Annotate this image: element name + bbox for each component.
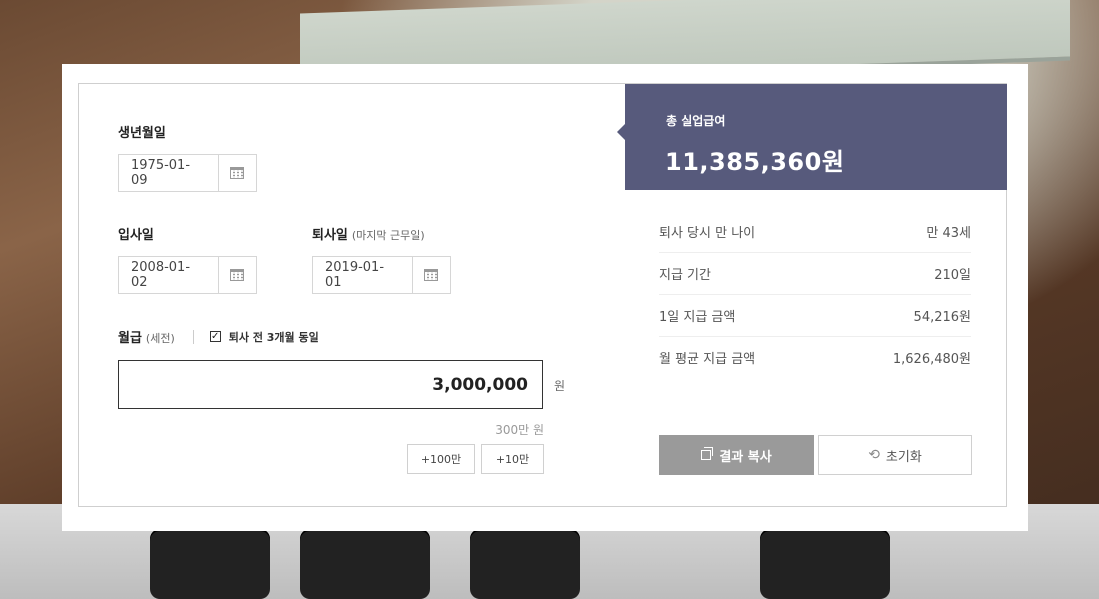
result-row-label: 퇴사 당시 만 나이 xyxy=(659,226,756,241)
birth-calendar-button[interactable] xyxy=(217,155,256,191)
result-row-value: 1,626,480원 xyxy=(892,352,971,367)
birth-date-field[interactable]: 1975-01-09 xyxy=(118,154,257,192)
copy-result-button[interactable]: 결과 복사 xyxy=(659,435,814,475)
reset-button[interactable]: ⟲ 초기화 xyxy=(818,435,972,475)
add-100k-button[interactable]: +10만 xyxy=(481,444,544,474)
result-row: 1일 지급 금액 54,216원 xyxy=(659,295,971,337)
background-key xyxy=(470,529,580,599)
same-3months-checkbox[interactable]: ✓ xyxy=(209,331,221,342)
join-date-value[interactable]: 2008-01-02 xyxy=(119,260,218,290)
result-title: 총 실업급여 xyxy=(666,114,726,128)
background-key xyxy=(300,529,430,599)
result-row-value: 만 43세 xyxy=(926,226,971,241)
divider xyxy=(192,329,194,344)
copy-result-label: 결과 복사 xyxy=(719,449,772,465)
background-key xyxy=(760,529,890,599)
copy-icon xyxy=(701,447,714,460)
salary-label: 월급 (세전) xyxy=(118,331,175,346)
calendar-icon xyxy=(230,167,245,179)
result-row: 월 평균 지급 금액 1,626,480원 xyxy=(659,337,971,378)
reset-icon: ⟲ xyxy=(868,447,880,463)
result-header: 총 실업급여 11,385,360원 xyxy=(617,84,1007,190)
calculator-card: 생년월일 1975-01-09 입사일 2008-01-02 퇴사일 (마지막 근… xyxy=(62,64,1028,531)
join-calendar-button[interactable] xyxy=(217,257,256,293)
result-panel: 총 실업급여 11,385,360원 퇴사 당시 만 나이 만 43세 지급 기… xyxy=(617,84,1007,506)
leave-sublabel: (마지막 근무일) xyxy=(351,229,425,242)
calculator-frame: 생년월일 1975-01-09 입사일 2008-01-02 퇴사일 (마지막 근… xyxy=(78,83,1007,507)
calendar-icon xyxy=(424,269,439,281)
leave-calendar-button[interactable] xyxy=(411,257,450,293)
birth-date-value[interactable]: 1975-01-09 xyxy=(119,158,218,188)
add-1m-button[interactable]: +100만 xyxy=(407,444,475,474)
header-pointer xyxy=(617,124,625,140)
result-row-label: 지급 기간 xyxy=(659,268,711,283)
result-row-label: 월 평균 지급 금액 xyxy=(659,352,756,367)
result-row-value: 54,216원 xyxy=(913,310,971,325)
leave-label: 퇴사일 (마지막 근무일) xyxy=(312,228,425,243)
salary-label-row: 월급 (세전) ✓ 퇴사 전 3개월 동일 xyxy=(118,327,319,346)
background-key xyxy=(150,529,270,599)
result-row-value: 210일 xyxy=(934,268,971,283)
reset-label: 초기화 xyxy=(885,449,922,465)
join-date-field[interactable]: 2008-01-02 xyxy=(118,256,257,294)
salary-unit: 원 xyxy=(554,379,566,393)
result-row: 지급 기간 210일 xyxy=(659,253,971,295)
result-rows: 퇴사 당시 만 나이 만 43세 지급 기간 210일 1일 지급 금액 54,… xyxy=(659,211,971,378)
result-row-label: 1일 지급 금액 xyxy=(659,310,736,325)
input-panel: 생년월일 1975-01-09 입사일 2008-01-02 퇴사일 (마지막 근… xyxy=(79,84,625,506)
calendar-icon xyxy=(230,269,245,281)
birth-label: 생년월일 xyxy=(118,126,166,141)
salary-sublabel: (세전) xyxy=(145,332,175,345)
salary-hint: 300만 원 xyxy=(495,423,544,437)
leave-date-value[interactable]: 2019-01-01 xyxy=(313,260,412,290)
join-label: 입사일 xyxy=(118,228,154,243)
leave-date-field[interactable]: 2019-01-01 xyxy=(312,256,451,294)
salary-input[interactable]: 3,000,000 xyxy=(118,360,543,409)
same-3months-label[interactable]: 퇴사 전 3개월 동일 xyxy=(229,329,319,345)
result-amount: 11,385,360원 xyxy=(665,148,845,176)
result-row: 퇴사 당시 만 나이 만 43세 xyxy=(659,211,971,253)
